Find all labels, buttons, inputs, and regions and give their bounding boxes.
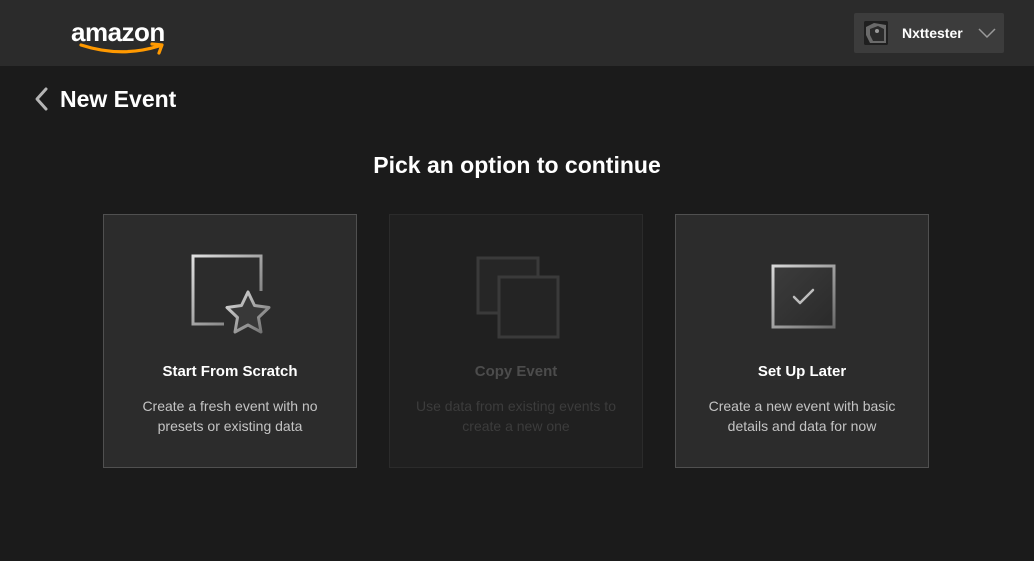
card-title: Start From Scratch [162, 363, 298, 380]
set-up-later-card[interactable]: Set Up Later Create a new event with bas… [675, 214, 929, 468]
card-title: Set Up Later [757, 363, 847, 380]
check-frame-icon [771, 264, 836, 329]
top-bar: amazon Nxttester [0, 0, 1034, 66]
user-menu-button[interactable]: Nxttester [854, 13, 1004, 53]
back-button[interactable] [30, 86, 54, 112]
start-from-scratch-card[interactable]: Start From Scratch Create a fresh event … [103, 214, 357, 468]
user-name: Nxttester [902, 25, 963, 41]
card-title: Copy Event [474, 363, 558, 380]
chevron-left-icon [35, 87, 48, 111]
chevron-down-icon [978, 28, 996, 39]
copy-frames-icon [476, 256, 560, 339]
option-prompt: Pick an option to continue [373, 152, 661, 178]
avatar-image-icon [864, 21, 888, 45]
card-description: Use data from existing events to create … [416, 398, 616, 434]
card-description: Create a new event with basic details an… [708, 398, 896, 434]
copy-event-card: Copy Event Use data from existing events… [389, 214, 643, 468]
page-title: New Event [60, 86, 177, 112]
avatar [864, 21, 888, 45]
card-description: Create a fresh event with no presets or … [142, 398, 318, 434]
logo-smile-icon [79, 42, 164, 55]
amazon-logo[interactable]: amazon [71, 17, 175, 59]
star-frame-icon [191, 254, 271, 334]
